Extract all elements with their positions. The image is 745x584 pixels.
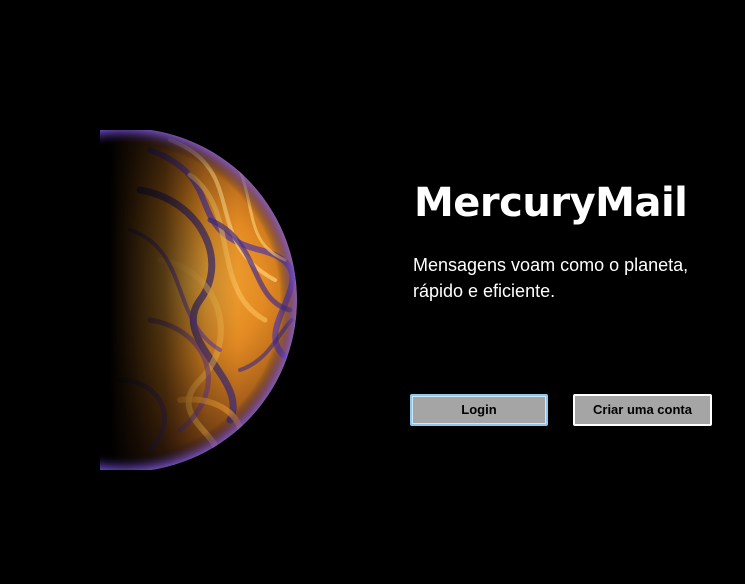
app-title: MercuryMail	[414, 180, 688, 226]
tagline-line-1: Mensagens voam como o planeta,	[413, 255, 689, 275]
tagline-line-2: rápido e eficiente.	[413, 281, 556, 301]
login-button[interactable]: Login	[410, 394, 548, 426]
tagline: Mensagens voam como o planeta, rápido e …	[413, 252, 733, 304]
planet-illustration	[56, 130, 297, 470]
login-window: MercuryMail Mensagens voam como o planet…	[0, 0, 745, 584]
create-account-button[interactable]: Criar uma conta	[573, 394, 712, 426]
